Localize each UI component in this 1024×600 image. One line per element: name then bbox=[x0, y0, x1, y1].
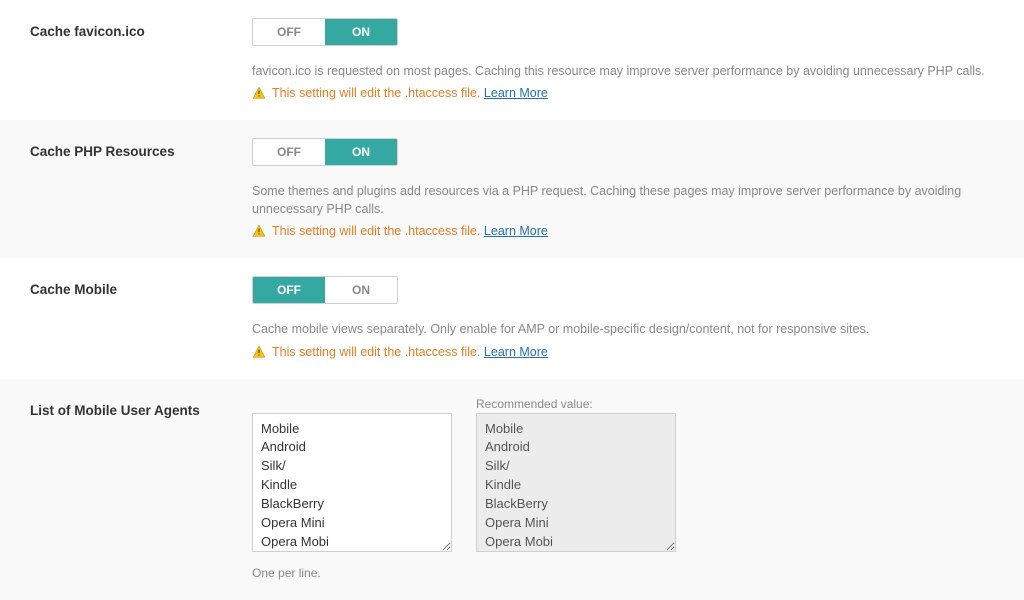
warning-icon bbox=[252, 224, 266, 238]
user-agents-block: . bbox=[252, 397, 452, 552]
setting-label-col: Cache Mobile bbox=[30, 276, 252, 358]
learn-more-link[interactable]: Learn More bbox=[484, 86, 548, 100]
setting-label-col: List of Mobile User Agents bbox=[30, 397, 252, 580]
setting-row-cache-mobile: Cache Mobile OFF ON Cache mobile views s… bbox=[0, 258, 1024, 378]
warning-text: This setting will edit the .htaccess fil… bbox=[272, 345, 480, 359]
setting-row-cache-favicon: Cache favicon.ico OFF ON favicon.ico is … bbox=[0, 0, 1024, 120]
mobile-agents-textarea[interactable] bbox=[252, 413, 452, 552]
setting-label: Cache PHP Resources bbox=[30, 144, 252, 159]
toggle-cache-php: OFF ON bbox=[252, 138, 398, 166]
hint-text: One per line. bbox=[252, 566, 1004, 580]
toggle-on-button[interactable]: ON bbox=[325, 277, 397, 303]
warning-icon bbox=[252, 86, 266, 100]
warning-row: This setting will edit the .htaccess fil… bbox=[252, 224, 1004, 238]
recommended-textarea bbox=[476, 413, 676, 552]
recommended-block: Recommended value: bbox=[476, 397, 676, 552]
recommended-label: Recommended value: bbox=[476, 397, 676, 411]
warning-text-wrap: This setting will edit the .htaccess fil… bbox=[272, 86, 548, 100]
warning-row: This setting will edit the .htaccess fil… bbox=[252, 86, 1004, 100]
setting-description: favicon.ico is requested on most pages. … bbox=[252, 62, 1004, 80]
toggle-on-button[interactable]: ON bbox=[325, 19, 397, 45]
toggle-off-button[interactable]: OFF bbox=[253, 277, 325, 303]
warning-row: This setting will edit the .htaccess fil… bbox=[252, 345, 1004, 359]
warning-text-wrap: This setting will edit the .htaccess fil… bbox=[272, 345, 548, 359]
setting-row-cache-php: Cache PHP Resources OFF ON Some themes a… bbox=[0, 120, 1024, 258]
setting-description: Cache mobile views separately. Only enab… bbox=[252, 320, 1004, 338]
warning-text: This setting will edit the .htaccess fil… bbox=[272, 86, 480, 100]
toggle-off-button[interactable]: OFF bbox=[253, 19, 325, 45]
setting-label: Cache favicon.ico bbox=[30, 24, 252, 39]
toggle-on-button[interactable]: ON bbox=[325, 139, 397, 165]
toggle-off-button[interactable]: OFF bbox=[253, 139, 325, 165]
setting-label: Cache Mobile bbox=[30, 282, 252, 297]
toggle-cache-favicon: OFF ON bbox=[252, 18, 398, 46]
setting-label-col: Cache PHP Resources bbox=[30, 138, 252, 238]
toggle-cache-mobile: OFF ON bbox=[252, 276, 398, 304]
warning-text: This setting will edit the .htaccess fil… bbox=[272, 224, 480, 238]
setting-row-mobile-agents: List of Mobile User Agents . Recommended… bbox=[0, 379, 1024, 600]
learn-more-link[interactable]: Learn More bbox=[484, 224, 548, 238]
setting-content-col: OFF ON Some themes and plugins add resou… bbox=[252, 138, 1004, 238]
warning-icon bbox=[252, 345, 266, 359]
setting-content-col: OFF ON Cache mobile views separately. On… bbox=[252, 276, 1004, 358]
setting-label: List of Mobile User Agents bbox=[30, 403, 252, 418]
learn-more-link[interactable]: Learn More bbox=[484, 345, 548, 359]
setting-content-col: OFF ON favicon.ico is requested on most … bbox=[252, 18, 1004, 100]
setting-description: Some themes and plugins add resources vi… bbox=[252, 182, 1004, 218]
setting-label-col: Cache favicon.ico bbox=[30, 18, 252, 100]
warning-text-wrap: This setting will edit the .htaccess fil… bbox=[272, 224, 548, 238]
setting-content-col: . Recommended value: One per line. bbox=[252, 397, 1004, 580]
textarea-pair: . Recommended value: bbox=[252, 397, 1004, 552]
